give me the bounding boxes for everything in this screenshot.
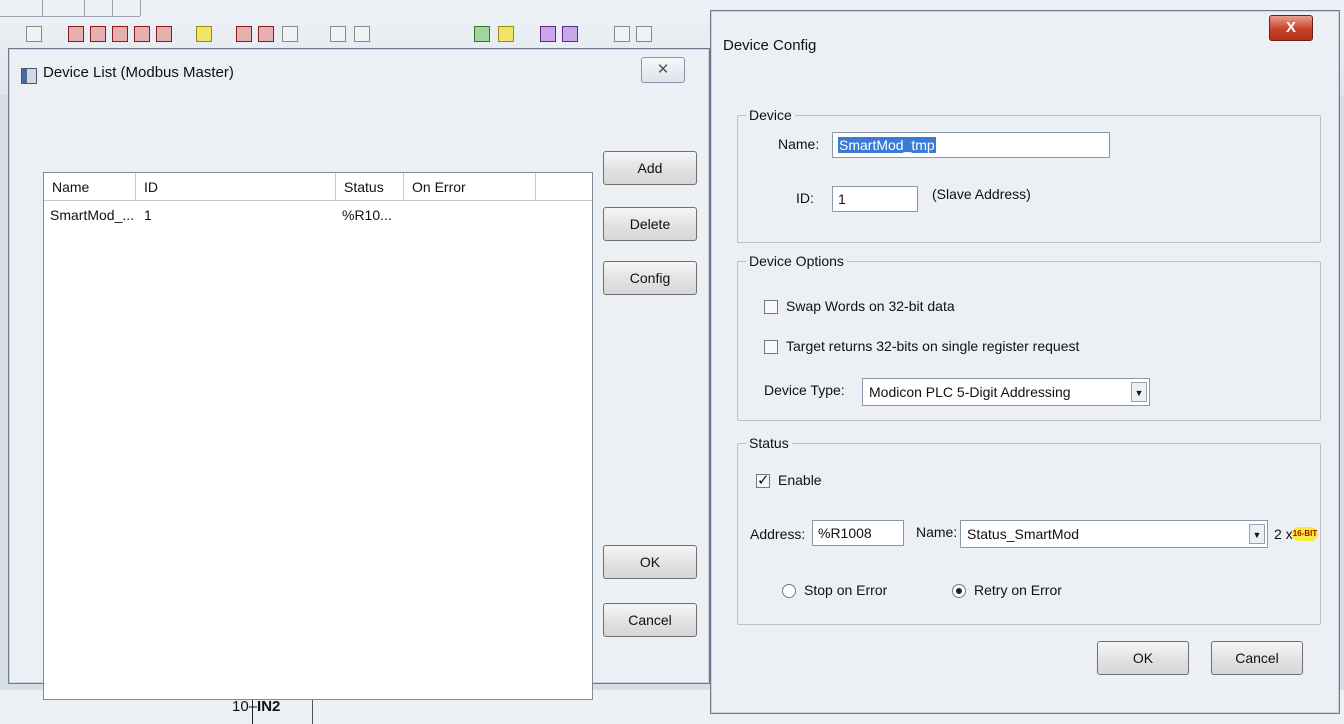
device-list-view[interactable]: Name ID Status On Error SmartMod_... 1 %…: [43, 172, 593, 700]
device-name-field[interactable]: SmartMod_tmp: [832, 132, 1110, 158]
device-list-window: Device List (Modbus Master) ✕ Name ID St…: [8, 48, 710, 700]
toolbar-icon[interactable]: [636, 26, 652, 42]
device-id-field[interactable]: 1: [832, 186, 918, 212]
device-id-label: ID:: [796, 190, 814, 206]
background-grid-line: [84, 0, 85, 16]
rung-label: 10–IN2: [232, 698, 281, 715]
16-bit-badge-icon: 16-BIT: [1292, 527, 1318, 541]
device-config-window: Device Config X Device Name: SmartMod_tm…: [710, 10, 1340, 714]
device-name-label: Name:: [778, 136, 820, 152]
toolbar-coil-icon[interactable]: [156, 26, 172, 42]
cell-id: 1: [144, 207, 152, 223]
cell-status: %R10...: [342, 207, 392, 223]
cell-name: SmartMod_...: [50, 207, 135, 223]
target-returns-checkbox[interactable]: [764, 340, 778, 354]
device-id-hint: (Slave Address): [932, 186, 1031, 202]
background-grid-line: [112, 0, 113, 16]
target-returns-label[interactable]: Target returns 32-bits on single registe…: [786, 338, 1079, 354]
toolbar-coil-icon[interactable]: [90, 26, 106, 42]
toolbar-select-icon[interactable]: [330, 26, 346, 42]
swap-words-label[interactable]: Swap Words on 32-bit data: [786, 298, 955, 314]
toolbar-coil-icon[interactable]: [68, 26, 84, 42]
column-header-status[interactable]: Status: [336, 173, 404, 201]
chevron-down-icon[interactable]: ▼: [1131, 382, 1147, 402]
toolbar-icon[interactable]: [614, 26, 630, 42]
device-group-title: Device: [746, 107, 795, 123]
device-name-value: SmartMod_tmp: [838, 137, 936, 153]
ok-button[interactable]: OK: [603, 545, 697, 579]
address-field[interactable]: %R1008: [812, 520, 904, 546]
status-groupbox: Status ✓ Enable Address: %R1008 Name: St…: [737, 435, 1321, 625]
ok-button[interactable]: OK: [1097, 641, 1189, 675]
swap-words-checkbox[interactable]: [764, 300, 778, 314]
status-name-dropdown[interactable]: Status_SmartMod ▼: [960, 520, 1268, 548]
close-icon[interactable]: X: [1269, 15, 1313, 41]
device-type-label: Device Type:: [764, 382, 845, 398]
background-grid-line: [0, 16, 140, 17]
toolbar-block-icon[interactable]: [236, 26, 252, 42]
config-button[interactable]: Config: [603, 261, 697, 295]
toolbar-function-icon[interactable]: [196, 26, 212, 42]
column-header-filler: [536, 173, 592, 201]
device-list-titlebar[interactable]: Device List (Modbus Master) ✕: [9, 49, 709, 93]
toolbar-coil-icon[interactable]: [112, 26, 128, 42]
device-list-title: Device List (Modbus Master): [43, 64, 234, 81]
toolbar-tool-icon[interactable]: [26, 26, 42, 42]
column-header-id[interactable]: ID: [136, 173, 336, 201]
rung-number: 10: [232, 698, 249, 715]
toolbar-help-icon[interactable]: [282, 26, 298, 42]
device-type-value: Modicon PLC 5-Digit Addressing: [869, 384, 1071, 400]
close-icon[interactable]: ✕: [641, 57, 685, 83]
toolbar-block-icon[interactable]: [258, 26, 274, 42]
device-options-groupbox: Device Options Swap Words on 32-bit data…: [737, 253, 1321, 421]
column-header-on-error[interactable]: On Error: [404, 173, 536, 201]
device-type-dropdown[interactable]: Modicon PLC 5-Digit Addressing ▼: [862, 378, 1150, 406]
cancel-button[interactable]: Cancel: [603, 603, 697, 637]
status-name-value: Status_SmartMod: [967, 526, 1080, 542]
add-button[interactable]: Add: [603, 151, 697, 185]
device-options-group-title: Device Options: [746, 253, 847, 269]
enable-checkbox[interactable]: ✓: [756, 473, 770, 488]
stop-on-error-label[interactable]: Stop on Error: [804, 582, 887, 598]
cancel-button[interactable]: Cancel: [1211, 641, 1303, 675]
delete-button[interactable]: Delete: [603, 207, 697, 241]
toolbar-io-icon[interactable]: [498, 26, 514, 42]
toolbar-config-icon[interactable]: [562, 26, 578, 42]
enable-label[interactable]: Enable: [778, 472, 822, 488]
toolbar-config-icon[interactable]: [540, 26, 556, 42]
status-name-label: Name:: [916, 524, 958, 540]
column-header-name[interactable]: Name: [44, 173, 136, 201]
rung-element: IN2: [257, 698, 281, 715]
chevron-down-icon[interactable]: ▼: [1249, 524, 1265, 544]
toolbar-io-icon[interactable]: [474, 26, 490, 42]
device-config-title: Device Config: [723, 37, 817, 54]
retry-on-error-radio[interactable]: [952, 584, 966, 598]
toolbar-coil-icon[interactable]: [134, 26, 150, 42]
device-config-titlebar[interactable]: Device Config X: [711, 11, 1339, 55]
stop-on-error-radio[interactable]: [782, 584, 796, 598]
retry-on-error-label[interactable]: Retry on Error: [974, 582, 1062, 598]
toolbar-zoom-icon[interactable]: [354, 26, 370, 42]
size-label: 2 x: [1274, 526, 1293, 542]
address-label: Address:: [750, 526, 806, 542]
background-grid-line: [140, 0, 141, 16]
app-window-icon: [21, 68, 37, 84]
device-groupbox: Device Name: SmartMod_tmp ID: 1 (Slave A…: [737, 107, 1321, 243]
status-group-title: Status: [746, 435, 792, 451]
background-grid-line: [42, 0, 43, 16]
